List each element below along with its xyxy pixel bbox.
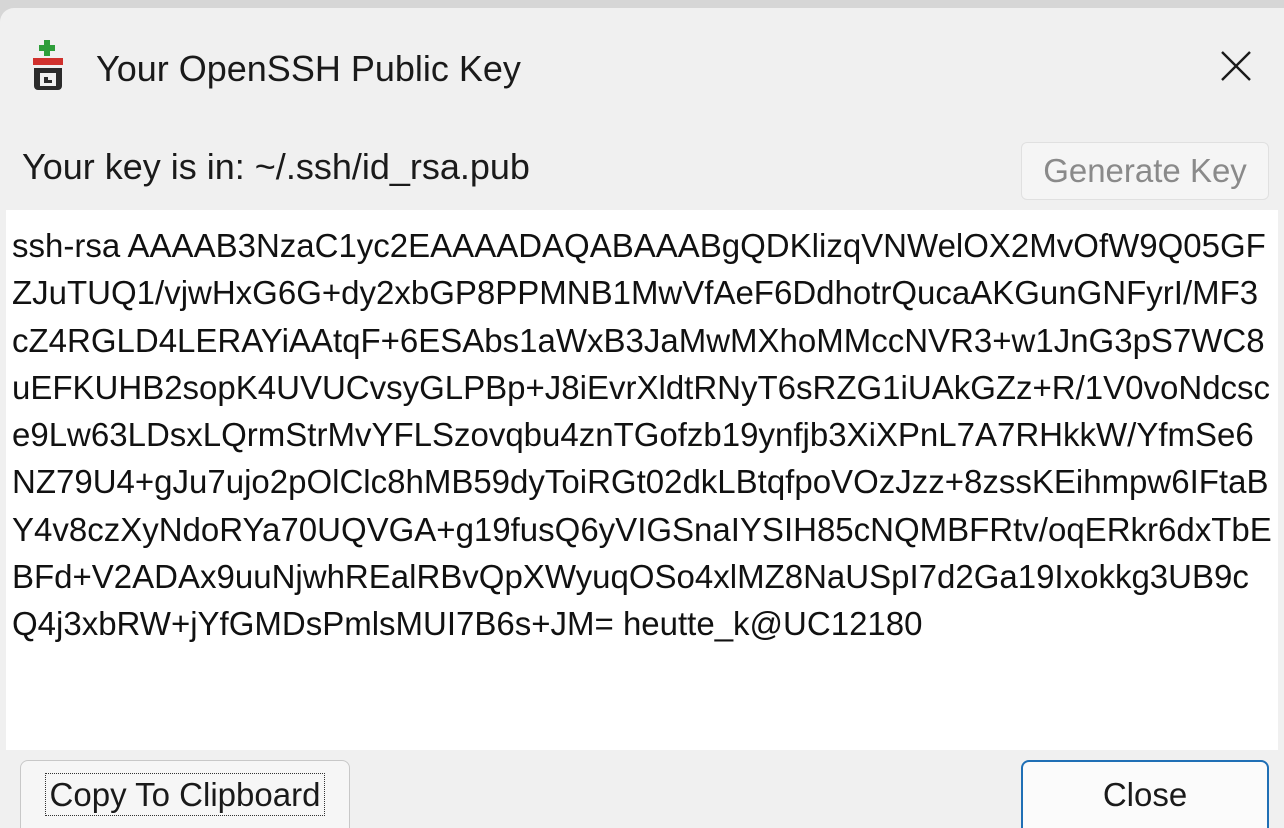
copy-button-label: Copy To Clipboard [44,773,326,816]
window-title: Your OpenSSH Public Key [96,48,521,89]
title-bar: Your OpenSSH Public Key [0,8,1284,116]
public-key-text-area[interactable]: ssh-rsa AAAAB3NzaC1yc2EAAAADAQABAAABgQDK… [6,210,1278,750]
key-path-label: Your key is in: ~/.ssh/id_rsa.pub [22,146,530,187]
ssh-key-dialog: Your OpenSSH Public Key Your key is in: … [0,8,1284,828]
copy-to-clipboard-button[interactable]: Copy To Clipboard [20,760,350,828]
git-gui-icon [30,40,66,90]
close-button[interactable]: Close [1021,760,1269,828]
generate-key-button[interactable]: Generate Key [1021,142,1269,200]
close-icon[interactable] [1218,48,1254,84]
